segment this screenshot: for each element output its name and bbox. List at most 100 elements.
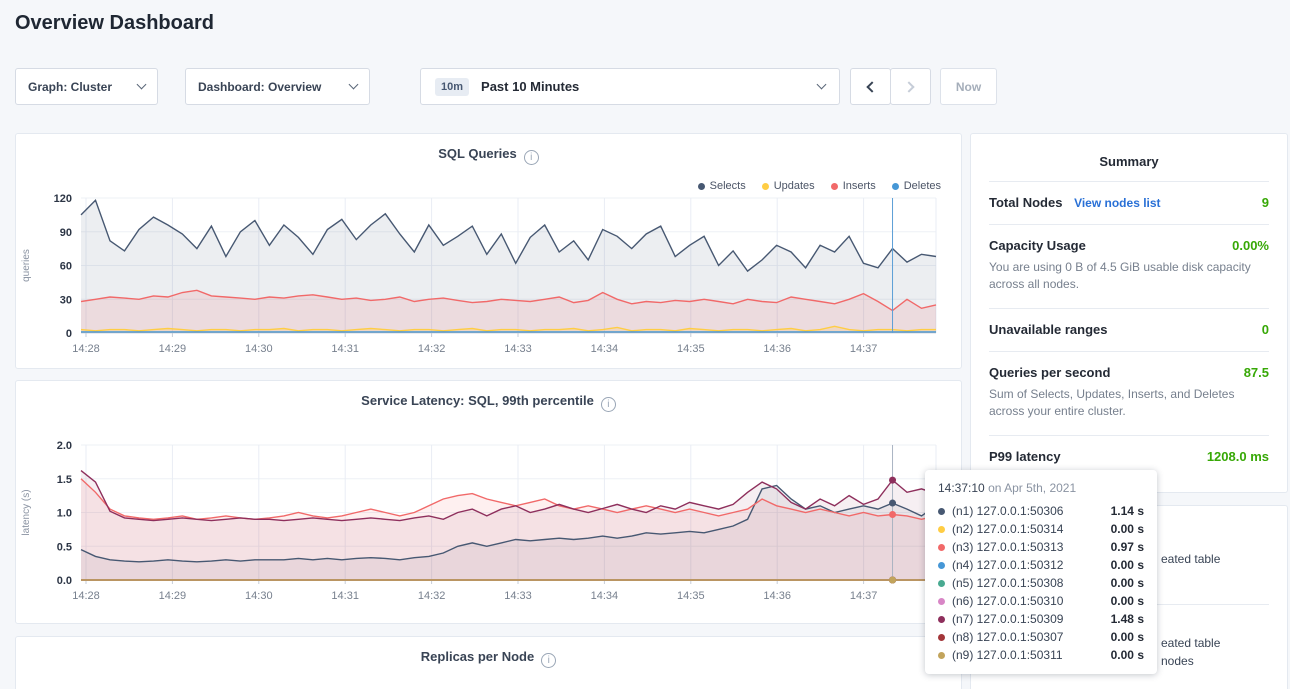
x-tick-label: 14:29 [159, 343, 187, 355]
tooltip-node-name: (n7) 127.0.0.1:50309 [952, 612, 1063, 626]
tooltip-rows: (n1) 127.0.0.1:503061.14 s (n2) 127.0.0.1… [938, 502, 1144, 664]
tooltip-node-row: (n9) 127.0.0.1:503110.00 s [938, 646, 1144, 664]
legend-dot-icon [698, 183, 705, 190]
view-nodes-list-link[interactable]: View nodes list [1074, 196, 1160, 210]
x-tick-label: 14:36 [763, 343, 791, 355]
hover-dot [889, 500, 896, 507]
event-item-text: eated table [1161, 552, 1220, 566]
tooltip-date: on Apr 5th, 2021 [988, 481, 1076, 495]
y-tick-label: 60 [60, 261, 72, 273]
summary-label: Unavailable ranges [989, 322, 1108, 337]
x-tick-label: 14:28 [72, 590, 100, 602]
summary-label: Capacity Usage [989, 238, 1086, 253]
x-tick-label: 14:35 [677, 343, 705, 355]
x-tick-label: 14:33 [504, 590, 532, 602]
tooltip-node-value: 0.00 s [1111, 558, 1144, 572]
node-color-dot-icon [938, 598, 945, 605]
now-button[interactable]: Now [940, 68, 997, 105]
legend-dot-icon [831, 183, 838, 190]
info-icon[interactable]: i [524, 150, 539, 165]
node-color-dot-icon [938, 580, 945, 587]
tooltip-node-name: (n5) 127.0.0.1:50308 [952, 576, 1063, 590]
tooltip-node-value: 1.14 s [1111, 504, 1144, 518]
tooltip-node-value: 0.00 s [1111, 576, 1144, 590]
node-color-dot-icon [938, 544, 945, 551]
chevron-left-icon [866, 81, 877, 92]
page-title: Overview Dashboard [15, 12, 214, 35]
y-tick-label: 30 [60, 294, 72, 306]
dashboard-dropdown[interactable]: Dashboard: Overview [185, 68, 370, 105]
time-range-label: Past 10 Minutes [481, 79, 818, 94]
info-icon[interactable]: i [601, 397, 616, 412]
tooltip-node-name: (n9) 127.0.0.1:50311 [952, 648, 1063, 662]
y-tick-label: 0.5 [57, 541, 72, 553]
summary-card: Summary Total Nodes View nodes list 9 Ca… [970, 133, 1288, 493]
tooltip-node-name: (n4) 127.0.0.1:50312 [952, 558, 1063, 572]
time-prev-button[interactable] [850, 68, 891, 105]
chevron-down-icon [137, 80, 147, 90]
tooltip-node-row: (n8) 127.0.0.1:50307 0.00 s [938, 628, 1144, 646]
time-next-button[interactable] [890, 68, 931, 105]
chevron-down-icon [349, 80, 359, 90]
tooltip-node-value: 0.00 s [1111, 630, 1144, 644]
summary-description: Sum of Selects, Updates, Inserts, and De… [989, 386, 1269, 421]
chart-title: Replicas per Node [421, 649, 534, 664]
summary-label: Total Nodes [989, 195, 1062, 210]
sql-queries-chart[interactable]: 030609012014:2814:2914:3014:3114:3214:33… [16, 190, 961, 366]
node-color-dot-icon [938, 562, 945, 569]
x-tick-label: 14:34 [591, 343, 619, 355]
summary-description: You are using 0 B of 4.5 GiB usable disk… [989, 259, 1269, 294]
graph-dropdown[interactable]: Graph: Cluster [15, 68, 158, 105]
tooltip-header: 14:37:10 on Apr 5th, 2021 [938, 481, 1144, 495]
y-axis-label: queries [21, 249, 32, 282]
tooltip-node-name: (n2) 127.0.0.1:50314 [952, 522, 1063, 536]
tooltip-node-name: (n8) 127.0.0.1:50307 [952, 630, 1063, 644]
summary-value: 1208.0 ms [1207, 449, 1269, 464]
tooltip-node-name: (n6) 127.0.0.1:50310 [952, 594, 1063, 608]
event-item-text: eated table [1161, 636, 1220, 650]
summary-label: P99 latency [989, 449, 1061, 464]
y-tick-label: 1.0 [57, 508, 72, 520]
tooltip-node-row: (n1) 127.0.0.1:503061.14 s [938, 502, 1144, 520]
time-range-selector[interactable]: 10m Past 10 Minutes [420, 68, 840, 105]
y-axis-label: latency (s) [21, 489, 32, 535]
summary-row-capacity-usage: Capacity Usage 0.00% You are using 0 B o… [989, 224, 1269, 308]
tooltip-time: 14:37:10 [938, 481, 985, 495]
chart-title-row: Replicas per Node i [16, 649, 961, 668]
x-tick-label: 14:37 [850, 343, 878, 355]
summary-row-queries-per-second: Queries per second 87.5 Sum of Selects, … [989, 351, 1269, 435]
tooltip-node-value: 1.48 s [1111, 612, 1144, 626]
x-tick-label: 14:33 [504, 343, 532, 355]
y-tick-label: 120 [54, 193, 72, 205]
hover-dot [889, 577, 896, 584]
x-tick-label: 14:28 [72, 343, 100, 355]
tooltip-node-name: (n3) 127.0.0.1:50313 [952, 540, 1063, 554]
graph-dropdown-label: Graph: Cluster [28, 80, 112, 94]
chevron-right-icon [903, 81, 914, 92]
x-tick-label: 14:29 [159, 590, 187, 602]
replicas-per-node-card: Replicas per Node i [15, 636, 962, 689]
x-tick-label: 14:32 [418, 590, 446, 602]
series-area [81, 471, 936, 580]
node-color-dot-icon [938, 652, 945, 659]
y-tick-label: 0.0 [57, 575, 72, 587]
y-tick-label: 2.0 [57, 440, 72, 452]
x-tick-label: 14:36 [763, 590, 791, 602]
service-latency-chart[interactable]: 0.00.51.01.52.014:2814:2914:3014:3114:32… [16, 437, 961, 613]
summary-label: Queries per second [989, 365, 1110, 380]
legend-dot-icon [762, 183, 769, 190]
info-icon[interactable]: i [541, 653, 556, 668]
dashboard-dropdown-label: Dashboard: Overview [198, 80, 321, 94]
x-tick-label: 14:31 [331, 343, 359, 355]
x-tick-label: 14:35 [677, 590, 705, 602]
x-tick-label: 14:30 [245, 343, 273, 355]
legend-dot-icon [892, 183, 899, 190]
tooltip-node-value: 0.00 s [1111, 522, 1144, 536]
x-tick-label: 14:30 [245, 590, 273, 602]
service-latency-card: Service Latency: SQL, 99th percentilei 0… [15, 380, 962, 624]
tooltip-node-row: (n6) 127.0.0.1:503100.00 s [938, 592, 1144, 610]
summary-title: Summary [989, 144, 1269, 181]
x-tick-label: 14:34 [591, 590, 619, 602]
tooltip-node-row: (n5) 127.0.0.1:50308 0.00 s [938, 574, 1144, 592]
x-tick-label: 14:32 [418, 343, 446, 355]
